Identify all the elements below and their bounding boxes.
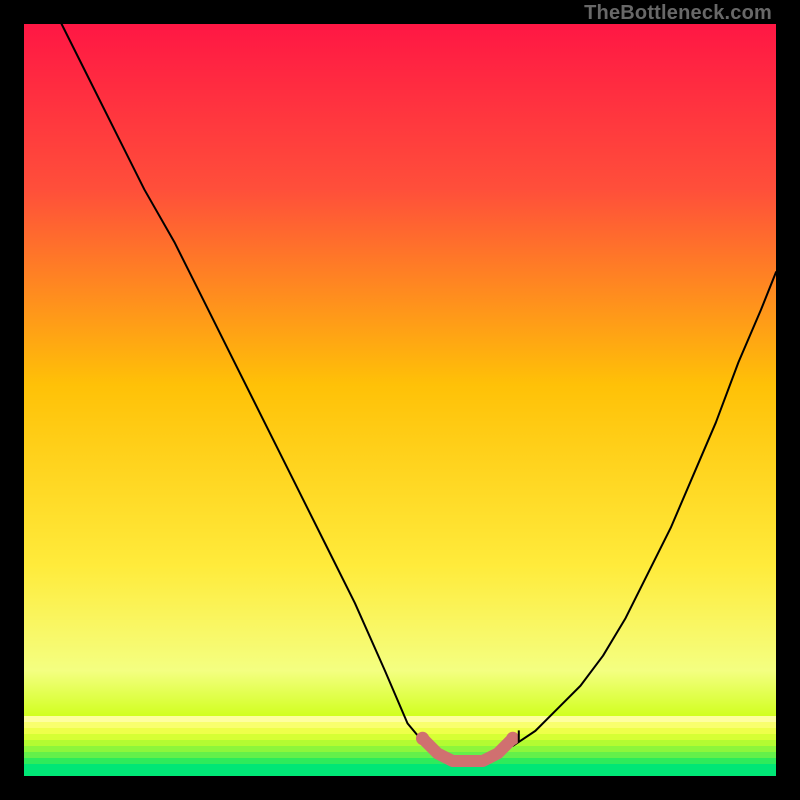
series-bottom-highlight-endcap	[506, 732, 519, 745]
bottleneck-chart	[24, 24, 776, 776]
bottom-stripe	[24, 740, 776, 746]
chart-background	[24, 24, 776, 776]
series-bottom-highlight-endcap	[416, 732, 429, 745]
bottom-stripe	[24, 734, 776, 740]
bottom-stripe	[24, 746, 776, 752]
attribution-text: TheBottleneck.com	[584, 2, 772, 25]
bottom-stripe	[24, 722, 776, 728]
bottom-stripe	[24, 764, 776, 770]
bottom-stripe	[24, 752, 776, 758]
bottom-stripe	[24, 716, 776, 722]
bottom-stripe	[24, 728, 776, 734]
chart-frame	[24, 24, 776, 776]
bottom-stripe	[24, 758, 776, 764]
bottom-stripe	[24, 770, 776, 776]
